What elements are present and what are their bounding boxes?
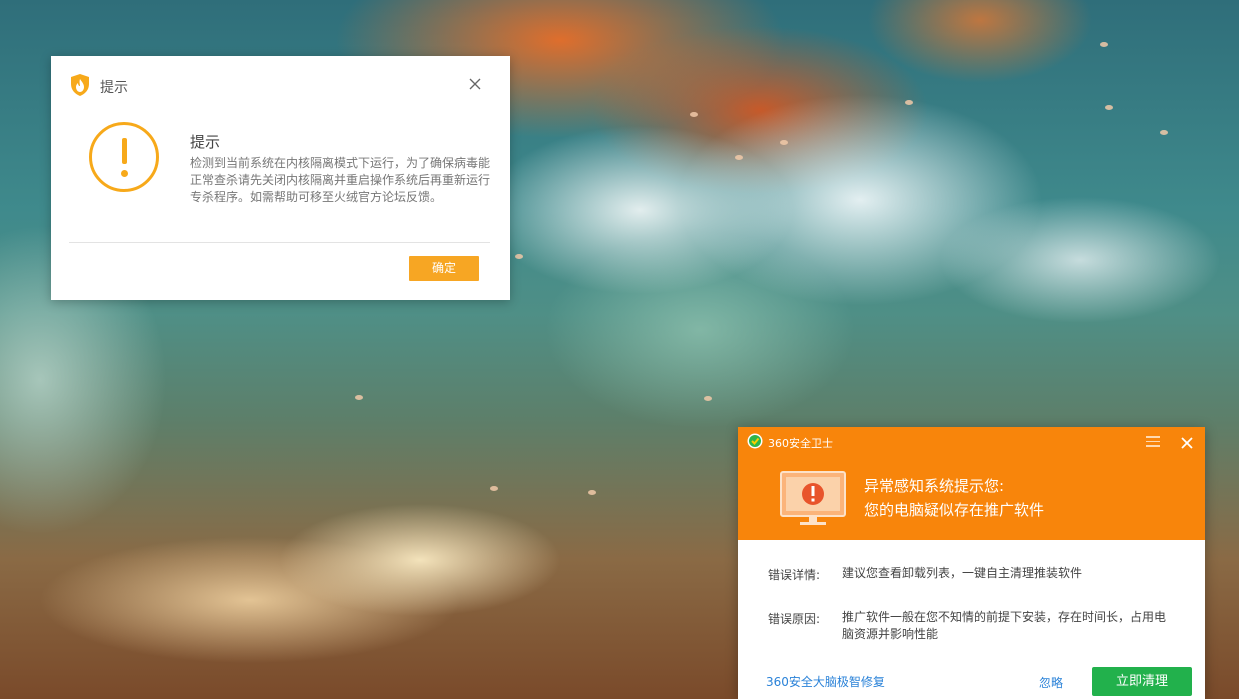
shield-flame-icon bbox=[71, 74, 89, 96]
ignore-link[interactable]: 忽略 bbox=[1039, 674, 1063, 691]
petal bbox=[355, 395, 363, 400]
close-icon[interactable] bbox=[1179, 435, 1195, 451]
petal bbox=[735, 155, 743, 160]
menu-icon[interactable] bbox=[1146, 436, 1160, 448]
petal bbox=[588, 490, 596, 495]
divider bbox=[69, 242, 490, 243]
dialog-title: 提示 bbox=[100, 80, 128, 96]
clean-now-button[interactable]: 立即清理 bbox=[1092, 667, 1192, 696]
alert-title: 异常感知系统提示您: bbox=[864, 477, 1005, 495]
message-body: 检测到当前系统在内核隔离模式下运行，为了确保病毒能正常查杀请先关闭内核隔离并重启… bbox=[190, 156, 491, 204]
security-popup: 360安全卫士 异常感知系统提示您: 您的电脑疑似存在推广软件 错误详情: 建议… bbox=[738, 427, 1205, 699]
notice-dialog: 提示 提示 检测到当前系统在内核隔离模式下运行，为了确保病毒能正常查杀请先关闭内… bbox=[51, 56, 510, 300]
petal bbox=[780, 140, 788, 145]
detail-label: 错误详情: bbox=[768, 568, 821, 582]
petal bbox=[1100, 42, 1108, 47]
monitor-warning-icon bbox=[780, 471, 846, 525]
exclamation-warning-icon bbox=[89, 122, 159, 192]
360-logo-icon bbox=[747, 433, 763, 449]
message-heading: 提示 bbox=[190, 133, 221, 151]
petal bbox=[490, 486, 498, 491]
ok-button[interactable]: 确定 bbox=[409, 256, 479, 281]
petal bbox=[704, 396, 712, 401]
alert-subtitle: 您的电脑疑似存在推广软件 bbox=[864, 501, 1045, 519]
petal bbox=[690, 112, 698, 117]
petal bbox=[1105, 105, 1113, 110]
reason-label: 错误原因: bbox=[768, 612, 821, 626]
reason-value: 推广软件一般在您不知情的前提下安装，存在时间长，占用电脑资源并影响性能 bbox=[842, 610, 1167, 641]
petal bbox=[1160, 130, 1168, 135]
close-icon[interactable] bbox=[465, 74, 485, 94]
popup-header: 360安全卫士 异常感知系统提示您: 您的电脑疑似存在推广软件 bbox=[738, 427, 1205, 540]
repair-link[interactable]: 360安全大脑极智修复 bbox=[766, 673, 885, 690]
app-name: 360安全卫士 bbox=[768, 437, 833, 450]
detail-value: 建议您查看卸载列表，一键自主清理推装软件 bbox=[842, 566, 1083, 580]
petal bbox=[515, 254, 523, 259]
petal bbox=[905, 100, 913, 105]
